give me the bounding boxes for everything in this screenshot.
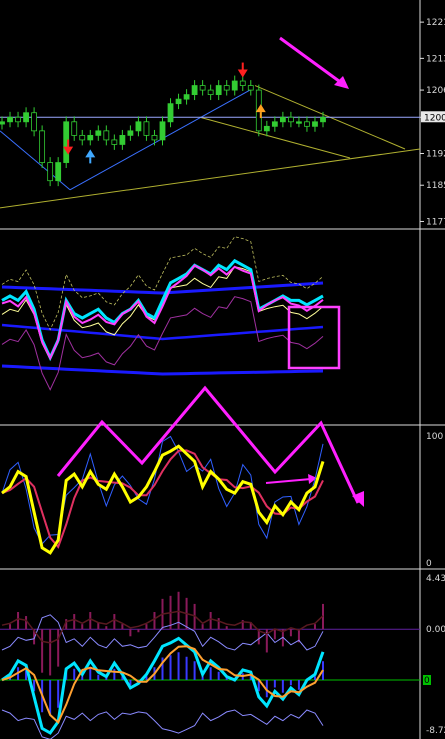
chart-canvas: 1221121312061200119211851177120010004.43… — [0, 0, 445, 739]
band-envelope-lower — [1, 296, 324, 391]
band-fast-line — [1, 258, 324, 362]
band-lower-line — [1, 364, 324, 376]
price-axis-label: 1177 — [426, 217, 445, 227]
price-candle — [7, 116, 13, 123]
price-candle — [111, 139, 118, 145]
price-candle — [39, 130, 46, 163]
price-candle — [95, 130, 102, 136]
price-axis-label: 1221 — [426, 18, 445, 28]
price-candle — [55, 162, 62, 182]
oscillator-axis-label: 4.43 — [426, 574, 445, 584]
price-candle — [23, 112, 29, 123]
price-candle — [103, 130, 110, 141]
price-candle — [127, 130, 134, 136]
trendline-support — [0, 148, 421, 209]
price-candle — [223, 85, 230, 91]
price-candle — [135, 121, 142, 132]
price-candle — [263, 125, 270, 132]
stoch-axis-label: 0 — [426, 559, 432, 569]
price-candle — [0, 121, 5, 125]
stoch-signal-line — [1, 449, 324, 549]
oscillator-axis-label: 0.00 — [426, 625, 445, 635]
price-candle — [312, 121, 318, 127]
price-candle — [279, 116, 286, 123]
price-candle — [207, 89, 214, 96]
price-candle — [79, 134, 86, 141]
price-candle — [247, 85, 254, 91]
band-upper-line — [1, 281, 324, 295]
band-signal-line — [1, 266, 324, 361]
price-candle — [143, 121, 150, 136]
price-candle — [71, 121, 78, 136]
price-candle — [287, 116, 294, 123]
price-candle — [199, 85, 206, 91]
price-candle — [304, 121, 310, 127]
current-price-label: 1200 — [424, 113, 445, 123]
band-slow-line — [1, 264, 324, 361]
annotation-box — [287, 305, 341, 370]
price-axis-label: 1206 — [426, 86, 445, 96]
oscillator-axis-label: -8.72 — [426, 726, 445, 736]
price-candle — [239, 80, 246, 86]
price-candle — [167, 103, 174, 123]
price-candle — [320, 116, 326, 123]
price-candle — [151, 134, 158, 141]
band-envelope-upper — [1, 236, 324, 331]
price-candle — [87, 134, 94, 141]
stoch-thin-line — [1, 435, 324, 545]
price-candle — [175, 98, 182, 105]
annotation-horizontal-arrow — [265, 478, 312, 484]
stoch-axis-label: 100 — [426, 432, 443, 442]
chart-window: 1221121312061200119211851177120010004.43… — [0, 0, 445, 739]
oscillator-level-label: 0 — [424, 676, 430, 686]
sell-arrow-icon — [237, 69, 248, 78]
price-candle — [31, 112, 38, 132]
price-candle — [47, 162, 54, 182]
price-candle — [159, 121, 166, 141]
price-candle — [15, 116, 21, 123]
annotation-arrow-price — [279, 36, 344, 86]
price-candle — [119, 134, 126, 145]
price-candle — [215, 85, 222, 96]
price-candle — [271, 121, 278, 127]
price-axis-label: 1185 — [426, 181, 445, 191]
price-candle — [296, 121, 302, 124]
price-axis-label: 1192 — [426, 150, 445, 160]
price-candle — [183, 94, 190, 100]
buy-arrow-icon — [85, 149, 96, 158]
price-candle — [231, 80, 238, 91]
price-axis-label: 1213 — [426, 54, 445, 64]
price-candle — [191, 85, 198, 96]
